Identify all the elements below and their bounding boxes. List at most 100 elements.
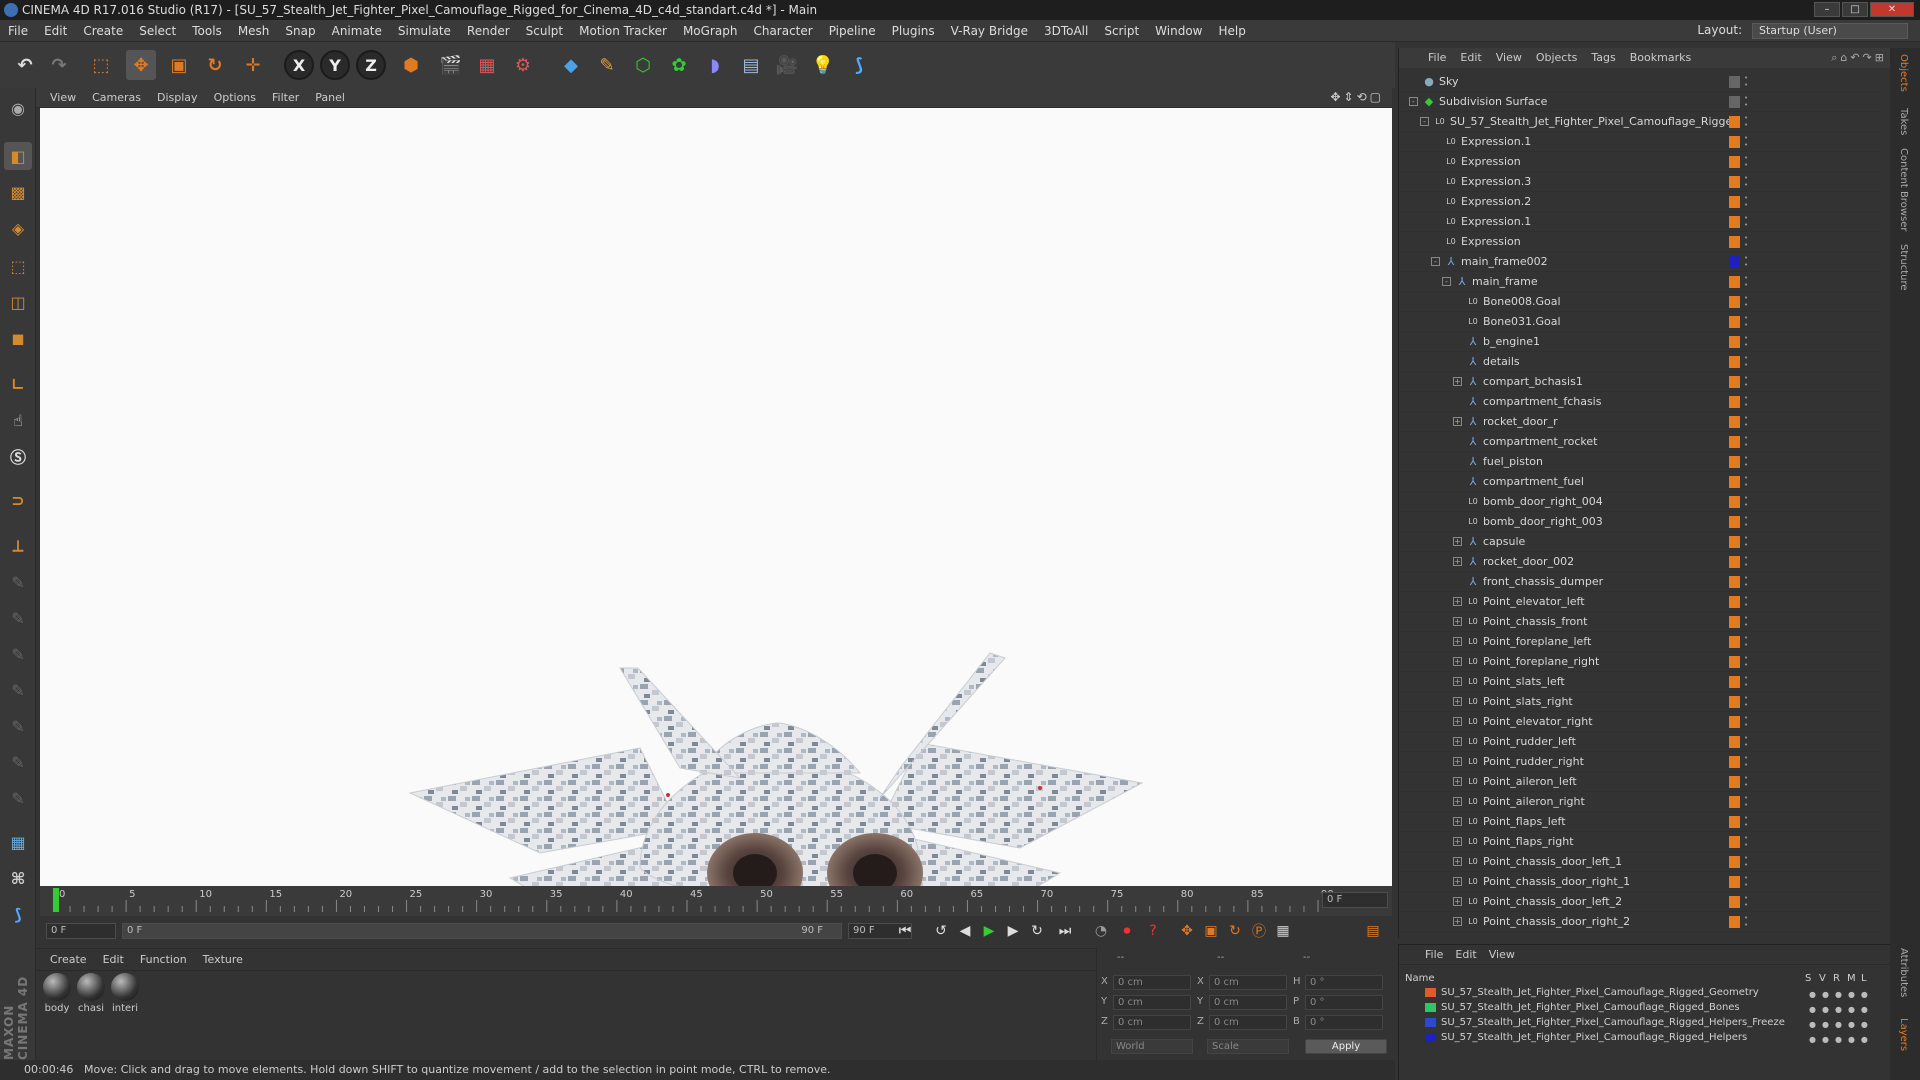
visibility-dots-icon[interactable]: • • xyxy=(1744,675,1750,689)
visibility-dots-icon[interactable]: • • xyxy=(1744,615,1750,629)
visibility-dots-icon[interactable]: • • xyxy=(1744,655,1750,669)
cloner-icon[interactable]: ✿ xyxy=(664,50,694,80)
go-to-end-icon[interactable]: ⏭ xyxy=(1054,921,1076,941)
layer-color-swatch[interactable] xyxy=(1729,236,1740,248)
object-row[interactable]: - L0 SU_57_Stealth_Jet_Fighter_Pixel_Camou… xyxy=(1399,112,1883,132)
key-pla-icon[interactable]: ▦ xyxy=(1272,921,1294,941)
keyframe-selection-icon[interactable]: ? xyxy=(1142,921,1164,941)
visibility-dots-icon[interactable]: • • xyxy=(1744,155,1750,169)
object-search-icons[interactable]: ⌕⌂↶↷⊞ xyxy=(1831,51,1887,65)
object-name[interactable]: Point_flaps_right xyxy=(1483,832,1574,852)
object-row[interactable]: ⅄ b_engine1 • • xyxy=(1399,332,1883,352)
visibility-dots-icon[interactable]: • • xyxy=(1744,735,1750,749)
visibility-dots-icon[interactable]: • • xyxy=(1744,815,1750,829)
material-menu-texture[interactable]: Texture xyxy=(195,949,251,971)
viewport-menu-panel[interactable]: Panel xyxy=(307,88,353,108)
live-selection-icon[interactable]: ⬚ xyxy=(86,50,116,80)
object-row[interactable]: ⅄ front_chassis_dumper • • xyxy=(1399,572,1883,592)
visibility-dots-icon[interactable]: • • xyxy=(1744,75,1750,89)
move-tool-icon[interactable]: ✥ xyxy=(126,50,156,80)
expand-toggle-icon[interactable]: + xyxy=(1453,697,1462,706)
objects-menu-file[interactable]: File xyxy=(1421,48,1453,68)
object-row[interactable]: + ⅄ compart_bchasis1 • • xyxy=(1399,372,1883,392)
objects-menu-view[interactable]: View xyxy=(1489,48,1529,68)
object-name[interactable]: Sky xyxy=(1439,72,1458,92)
go-to-previous-key-icon[interactable]: ↺ xyxy=(930,921,952,941)
visibility-dots-icon[interactable]: • • xyxy=(1744,835,1750,849)
object-row[interactable]: - ⅄ main_frame002 • • xyxy=(1399,252,1883,272)
objects-menu-edit[interactable]: Edit xyxy=(1453,48,1488,68)
object-name[interactable]: Expression xyxy=(1461,232,1521,252)
camera-icon[interactable]: 🎥 xyxy=(772,50,802,80)
visibility-dots-icon[interactable]: • • xyxy=(1744,475,1750,489)
object-name[interactable]: compart_bchasis1 xyxy=(1483,372,1583,392)
snapping-settings-icon[interactable]: ⌘ xyxy=(4,864,32,892)
object-row[interactable]: ⅄ fuel_piston • • xyxy=(1399,452,1883,472)
layer-color-swatch[interactable] xyxy=(1729,496,1740,508)
sculpt-grab-icon[interactable]: ✎ xyxy=(4,784,32,812)
layer-color-swatch[interactable] xyxy=(1729,416,1740,428)
visibility-dots-icon[interactable]: • • xyxy=(1744,915,1750,929)
object-row[interactable]: + L0 Point_chassis_door_right_2 • • xyxy=(1399,912,1883,932)
object-name[interactable]: Point_foreplane_right xyxy=(1483,652,1599,672)
sculpt-flatten-icon[interactable]: ✎ xyxy=(4,676,32,704)
layer-color-swatch[interactable] xyxy=(1729,516,1740,528)
object-row[interactable]: + L0 Point_chassis_door_left_1 • • xyxy=(1399,852,1883,872)
layer-color-swatch[interactable] xyxy=(1729,596,1740,608)
record-active-icon[interactable]: ◔ xyxy=(1090,921,1112,941)
visibility-dots-icon[interactable]: • • xyxy=(1744,335,1750,349)
expand-toggle-icon[interactable]: + xyxy=(1453,617,1462,626)
menu-script[interactable]: Script xyxy=(1096,20,1147,42)
play-forward-icon[interactable]: ▶ xyxy=(978,921,1000,941)
visibility-dots-icon[interactable]: • • xyxy=(1744,395,1750,409)
size-mode-dropdown[interactable]: Scale xyxy=(1207,1039,1289,1054)
layer-color-icon[interactable] xyxy=(1425,1003,1436,1012)
maximize-button[interactable]: □ xyxy=(1842,2,1868,17)
object-name[interactable]: rocket_door_r xyxy=(1483,412,1558,432)
visibility-dots-icon[interactable]: • • xyxy=(1744,275,1750,289)
coordinate-mode-dropdown[interactable]: World xyxy=(1111,1039,1193,1054)
timeline-ruler[interactable]: 051015202530354045505560657075808590 0 F xyxy=(40,886,1392,916)
visibility-dots-icon[interactable]: • • xyxy=(1744,355,1750,369)
position-x-field[interactable]: 0 cm xyxy=(1113,975,1191,990)
object-name[interactable]: details xyxy=(1483,352,1520,372)
objects-menu-objects[interactable]: Objects xyxy=(1529,48,1585,68)
menu-mograph[interactable]: MoGraph xyxy=(675,20,746,42)
deformer-icon[interactable]: ◗ xyxy=(700,50,730,80)
visibility-dots-icon[interactable]: • • xyxy=(1744,695,1750,709)
render-settings-icon[interactable]: ⚙ xyxy=(508,50,538,80)
layer-color-swatch[interactable] xyxy=(1729,916,1740,928)
layer-color-swatch[interactable] xyxy=(1729,576,1740,588)
menu-snap[interactable]: Snap xyxy=(277,20,323,42)
menu-3dtoall[interactable]: 3DToAll xyxy=(1036,20,1096,42)
checkerboard-lock-icon[interactable]: ▦ xyxy=(4,828,32,856)
python-script-icon[interactable]: ⟆ xyxy=(844,50,874,80)
model-mode-icon[interactable]: ◧ xyxy=(4,142,32,170)
expand-toggle-icon[interactable]: + xyxy=(1453,817,1462,826)
menu-simulate[interactable]: Simulate xyxy=(390,20,459,42)
object-name[interactable]: compartment_fchasis xyxy=(1483,392,1601,412)
close-button[interactable]: ✕ xyxy=(1870,2,1914,17)
expand-toggle-icon[interactable]: + xyxy=(1453,657,1462,666)
expand-toggle-icon[interactable]: + xyxy=(1453,797,1462,806)
object-name[interactable]: Point_chassis_door_left_1 xyxy=(1483,852,1622,872)
visibility-dots-icon[interactable]: • • xyxy=(1744,495,1750,509)
expand-toggle-icon[interactable]: + xyxy=(1453,857,1462,866)
key-rotation-icon[interactable]: ↻ xyxy=(1224,921,1246,941)
visibility-dots-icon[interactable]: • • xyxy=(1744,215,1750,229)
visibility-dots-icon[interactable]: • • xyxy=(1744,635,1750,649)
make-editable-icon[interactable]: ◉ xyxy=(4,94,32,122)
visibility-dots-icon[interactable]: • • xyxy=(1744,435,1750,449)
layer-color-swatch[interactable] xyxy=(1729,796,1740,808)
layer-color-swatch[interactable] xyxy=(1729,856,1740,868)
playhead[interactable] xyxy=(53,888,59,912)
menu-select[interactable]: Select xyxy=(131,20,184,42)
visibility-dots-icon[interactable]: • • xyxy=(1744,775,1750,789)
visibility-dots-icon[interactable]: • • xyxy=(1744,555,1750,569)
layer-color-swatch[interactable] xyxy=(1729,876,1740,888)
object-row[interactable]: - ◆ Subdivision Surface • • xyxy=(1399,92,1883,112)
expand-toggle-icon[interactable]: + xyxy=(1453,897,1462,906)
object-name[interactable]: Expression.3 xyxy=(1461,172,1531,192)
layer-color-swatch[interactable] xyxy=(1729,376,1740,388)
sculpt-pinch-icon[interactable]: ✎ xyxy=(4,748,32,776)
